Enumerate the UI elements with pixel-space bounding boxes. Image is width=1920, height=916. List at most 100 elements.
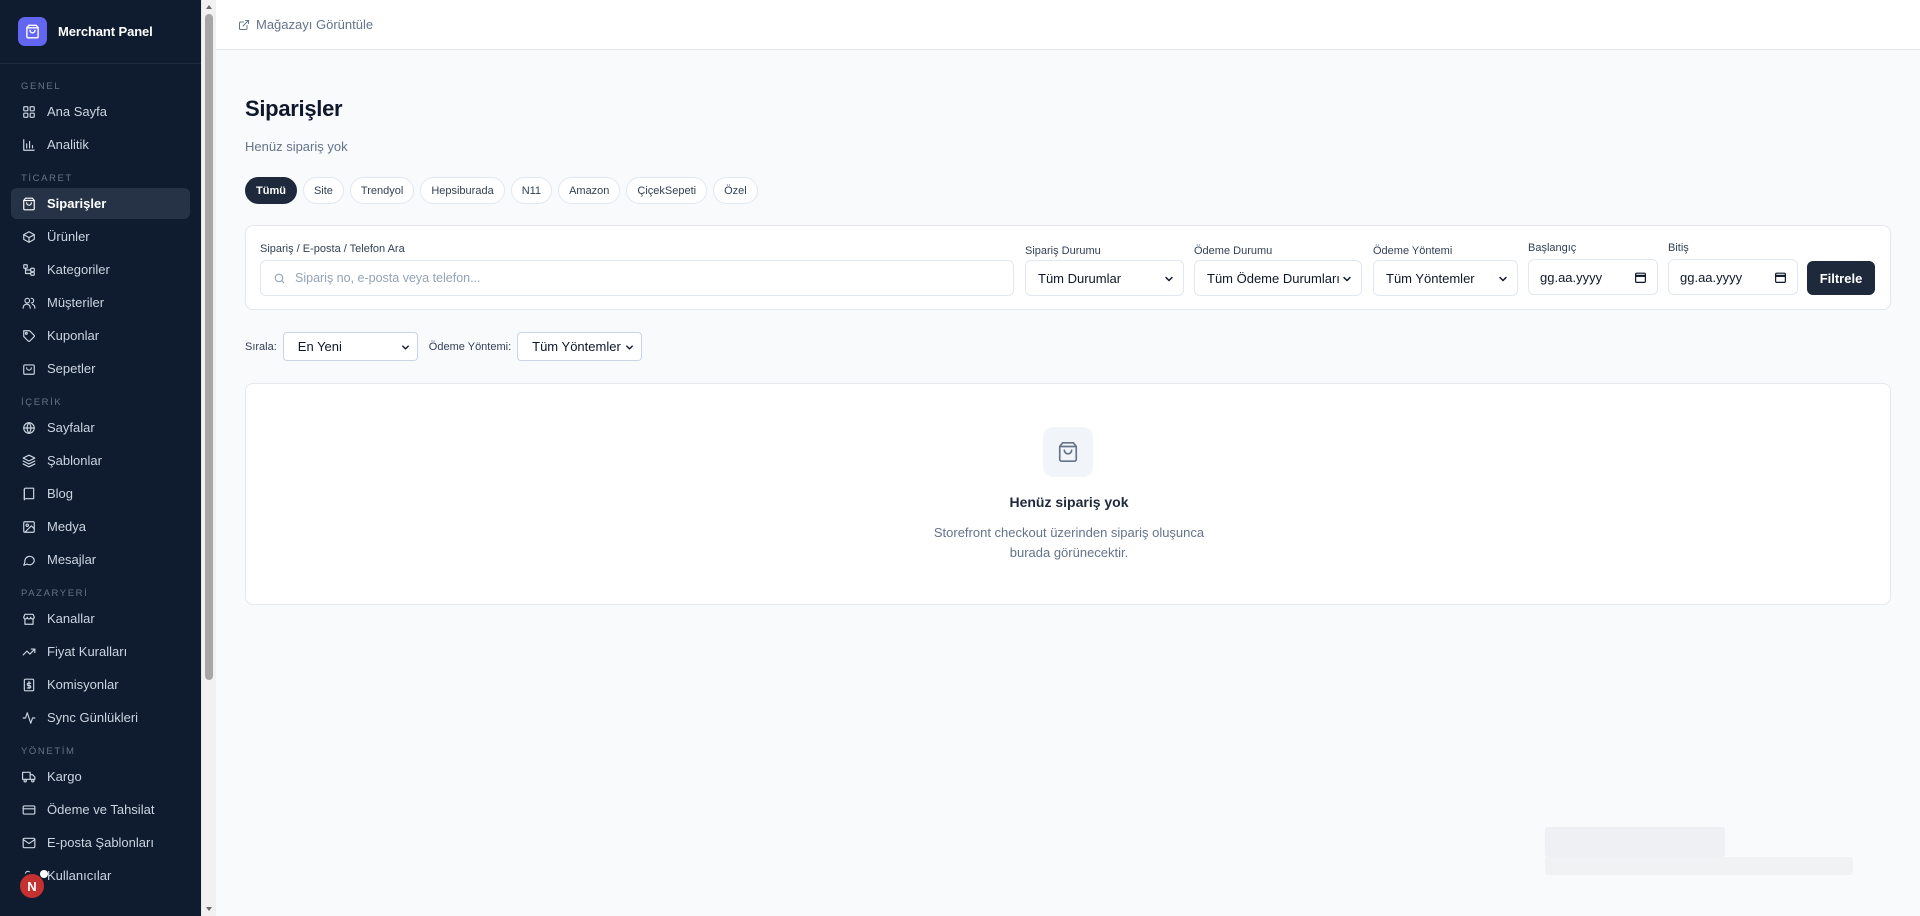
sidebar-item[interactable]: Analitik — [11, 129, 190, 160]
sidebar-nav: GENEL Ana Sayfa Analitik TİCARET Siparişler Ü… — [0, 80, 201, 891]
scroll-down-arrow-icon[interactable] — [205, 905, 213, 913]
book-icon — [22, 487, 36, 501]
tab[interactable]: ÇiçekSepeti — [626, 177, 708, 204]
sidebar-item[interactable]: Ürünler — [11, 221, 190, 252]
tab[interactable]: Tümü — [245, 177, 297, 204]
sidebar-item-label: Kuponlar — [47, 328, 100, 343]
chevron-down-icon — [1165, 276, 1173, 282]
sort-method-select[interactable]: Tüm Yöntemler — [517, 332, 643, 361]
nav-section: İÇERİK Sayfalar Şablonlar Blog Medya Mesajlar — [0, 396, 201, 575]
page-subtitle: Henüz sipariş yok — [245, 139, 348, 154]
scroll-thumb[interactable] — [205, 14, 213, 680]
sidebar-item-label: Ödeme ve Tahsilat — [47, 802, 155, 817]
users-icon — [22, 296, 36, 310]
basket-icon — [22, 362, 36, 376]
sort-method-value: Tüm Yöntemler — [532, 339, 621, 354]
payment-method-label: Ödeme Yöntemi — [1373, 245, 1453, 257]
payment-method-value: Tüm Yöntemler — [1386, 270, 1475, 286]
payment-status-label: Ödeme Durumu — [1194, 245, 1273, 257]
chevron-down-icon — [401, 345, 409, 350]
sidebar-item-label: Siparişler — [47, 196, 107, 211]
filter-button[interactable]: Filtrele — [1807, 261, 1875, 295]
payment-status-select[interactable]: Tüm Ödeme Durumları — [1194, 260, 1362, 296]
sidebar-item-label: Komisyonlar — [47, 677, 119, 692]
payment-method-select[interactable]: Tüm Yöntemler — [1373, 260, 1518, 296]
end-date-input[interactable]: gg.aa.yyyy — [1668, 259, 1798, 295]
tab[interactable]: N11 — [510, 177, 553, 204]
sidebar-item-label: Ürünler — [47, 229, 90, 244]
scroll-up-arrow-icon[interactable] — [205, 3, 213, 11]
sidebar-item[interactable]: Kanallar — [11, 603, 190, 634]
sidebar-item[interactable]: Ödeme ve Tahsilat — [11, 794, 190, 825]
sidebar-item-label: Analitik — [47, 137, 89, 152]
blurred-block — [1545, 827, 1725, 857]
brand-name: Merchant Panel — [58, 24, 153, 39]
sidebar-item[interactable]: Blog — [11, 478, 190, 509]
nav-section-label: İÇERİK — [21, 397, 63, 408]
store-icon — [22, 612, 36, 626]
sidebar: Merchant Panel GENEL Ana Sayfa Analitik TİC… — [0, 0, 201, 916]
tab[interactable]: Amazon — [558, 177, 621, 204]
empty-state-card: Henüz sipariş yok Storefront checkout üz… — [245, 383, 1891, 605]
shopping-bag-icon — [18, 17, 47, 46]
nav-section: GENEL Ana Sayfa Analitik — [0, 80, 201, 160]
start-date-input[interactable]: gg.aa.yyyy — [1528, 259, 1658, 295]
sidebar-item[interactable]: Kuponlar — [11, 320, 190, 351]
tab[interactable]: Trendyol — [349, 177, 415, 204]
sidebar-item-label: Kategoriler — [47, 262, 110, 277]
sidebar-item-label: Müşteriler — [47, 295, 105, 310]
sidebar-item[interactable]: Medya — [11, 511, 190, 542]
sidebar-item[interactable]: Şablonlar — [11, 445, 190, 476]
sidebar-item-label: Kargo — [47, 769, 82, 784]
grid-icon — [22, 105, 36, 119]
filter-card: Sipariş / E-posta / Telefon Ara Sipariş … — [245, 225, 1891, 310]
bar-chart-icon — [22, 138, 36, 152]
search-input[interactable] — [295, 271, 995, 285]
truck-icon — [22, 770, 36, 784]
nav-section-label: YÖNETİM — [21, 746, 76, 757]
sort-method-label: Ödeme Yöntemi: — [428, 340, 512, 353]
sidebar-scrollbar[interactable] — [201, 0, 216, 916]
channel-tabs: Tümü Site Trendyol Hepsiburada N11 Amazon Çiçe… — [245, 177, 758, 204]
sidebar-item[interactable]: E-posta Şablonları — [11, 827, 190, 858]
nav-section: PAZARYERİ Kanallar Fiyat Kuralları Komisyon… — [0, 587, 201, 733]
end-date-label: Bitiş — [1668, 242, 1689, 254]
nav-section-label: TİCARET — [21, 173, 73, 184]
sidebar-item[interactable]: Siparişler — [11, 188, 190, 219]
credit-card-icon — [22, 803, 36, 817]
sidebar-item-label: Mesajlar — [47, 552, 97, 567]
sidebar-item[interactable]: Mesajlar — [11, 544, 190, 575]
chevron-down-icon — [1343, 276, 1351, 282]
sidebar-item-label: Kullanıcılar — [47, 868, 112, 883]
sidebar-item[interactable]: Kategoriler — [11, 254, 190, 285]
sort-select[interactable]: En Yeni — [282, 332, 418, 361]
tab[interactable]: Hepsiburada — [420, 177, 505, 204]
sidebar-item[interactable]: Sayfalar — [11, 412, 190, 443]
tab[interactable]: Site — [302, 177, 344, 204]
tag-icon — [22, 329, 36, 343]
calendar-icon[interactable] — [1774, 271, 1787, 284]
blurred-region — [1545, 827, 1853, 875]
order-status-value: Tüm Durumlar — [1038, 270, 1122, 286]
receipt-icon — [22, 678, 36, 692]
shopping-bag-icon — [22, 197, 36, 211]
sort-row: Sırala: En Yeni Ödeme Yöntemi: Tüm Yönte… — [245, 332, 643, 361]
sidebar-item[interactable]: Ana Sayfa — [11, 96, 190, 127]
search-box[interactable] — [260, 260, 1014, 296]
sidebar-item[interactable]: Sync Günlükleri — [11, 702, 190, 733]
tab[interactable]: Özel — [713, 177, 758, 204]
sort-value: En Yeni — [297, 339, 342, 354]
sidebar-item[interactable]: Fiyat Kuralları — [11, 636, 190, 667]
empty-shopping-bag-icon — [1043, 427, 1093, 477]
calendar-icon[interactable] — [1634, 271, 1647, 284]
sidebar-item-label: Sayfalar — [47, 420, 95, 435]
sidebar-item[interactable]: Sepetler — [11, 353, 190, 384]
order-status-select[interactable]: Tüm Durumlar — [1025, 260, 1184, 296]
sidebar-item[interactable]: Kargo — [11, 761, 190, 792]
image-icon — [22, 520, 36, 534]
brand[interactable]: Merchant Panel — [0, 0, 201, 64]
sidebar-item[interactable]: Komisyonlar — [11, 669, 190, 700]
view-store-link[interactable]: Mağazayı Görüntüle — [238, 17, 373, 32]
search-label: Sipariş / E-posta / Telefon Ara — [260, 243, 405, 255]
sidebar-item[interactable]: Müşteriler — [11, 287, 190, 318]
